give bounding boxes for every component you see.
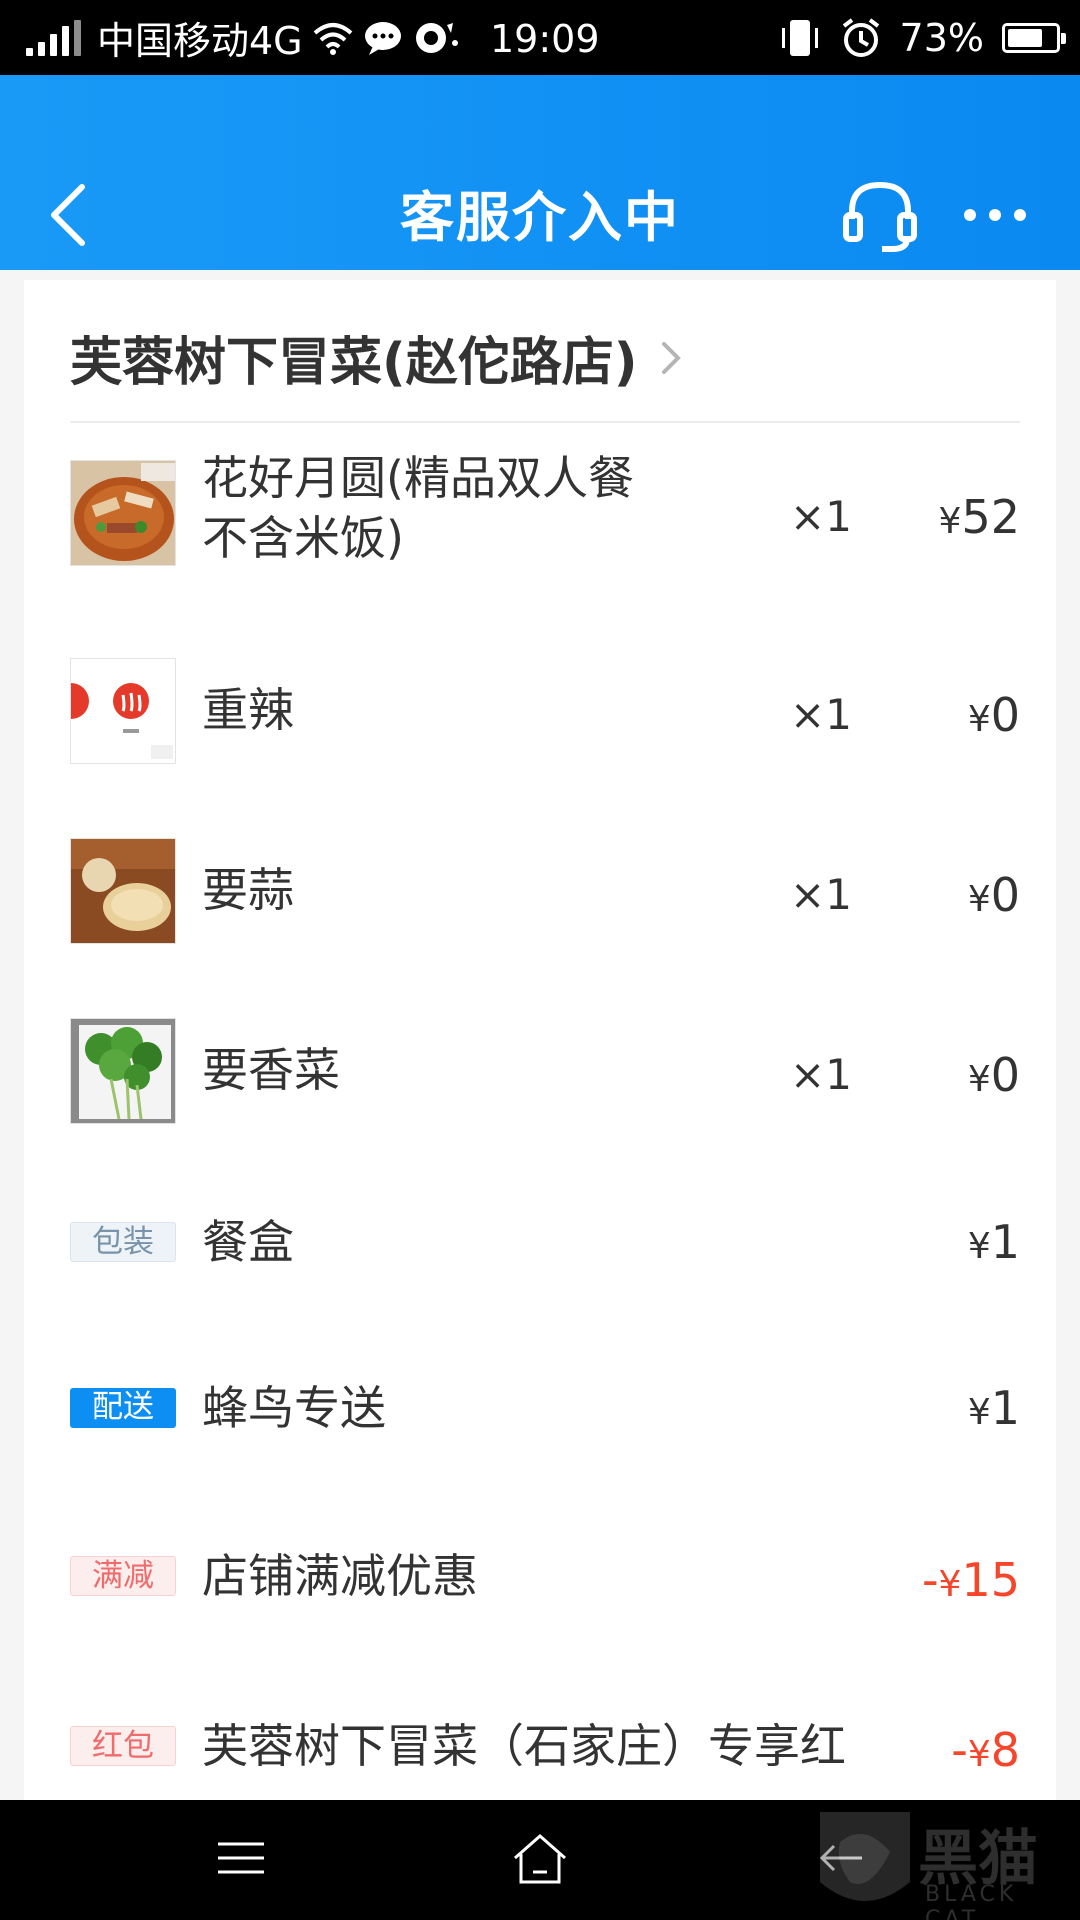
- battery-percent: 73%: [899, 15, 984, 60]
- fee-row-delivery: 配送 蜂鸟专送 ¥1: [70, 1381, 1020, 1491]
- status-bar: 中国移动4G 19:09 73%: [0, 0, 1080, 75]
- discount-tag: 红包: [70, 1726, 176, 1766]
- signal-icon: [26, 19, 81, 56]
- menu-icon[interactable]: [206, 1828, 276, 1888]
- divider: [70, 421, 1020, 423]
- item-thumbnail-coriander: [70, 1018, 176, 1124]
- watermark: 黑猫 BLACK CAT: [800, 1800, 1080, 1920]
- fee-tag: 配送: [70, 1388, 176, 1428]
- item-quantity: ×1: [790, 1050, 852, 1099]
- item-thumbnail-spicy: [70, 658, 176, 764]
- app-header: 客服介入中: [0, 75, 1080, 270]
- item-name: 重辣: [202, 683, 294, 737]
- item-price: ¥0: [967, 868, 1020, 922]
- shop-link[interactable]: 芙蓉树下冒菜(赵佗路店): [70, 320, 686, 395]
- item-price: ¥0: [967, 1048, 1020, 1102]
- carrier-label: 中国移动4G: [97, 19, 303, 63]
- item-quantity: ×1: [790, 492, 852, 541]
- clock: 19:09: [490, 17, 600, 61]
- item-thumbnail-garlic: [70, 838, 176, 944]
- list-item: 要香菜 ×1 ¥0: [70, 1018, 1020, 1128]
- item-name: 要蒜: [202, 863, 294, 917]
- discount-name: 店铺满减优惠: [202, 1549, 478, 1603]
- headset-icon[interactable]: [840, 175, 920, 255]
- list-item: 重辣 ×1 ¥0: [70, 658, 1020, 768]
- wifi-icon: [313, 22, 352, 55]
- discount-tag: 满减: [70, 1556, 176, 1596]
- discount-name: 芙蓉树下冒菜（石家庄）专享红: [202, 1719, 846, 1773]
- item-price: ¥0: [967, 688, 1020, 742]
- fee-price: ¥1: [967, 1215, 1020, 1269]
- item-quantity: ×1: [790, 870, 852, 919]
- discount-amount: -¥15: [921, 1553, 1020, 1607]
- fee-tag: 包装: [70, 1222, 176, 1262]
- alarm-icon: [842, 17, 879, 57]
- item-quantity: ×1: [790, 690, 852, 739]
- vibrate-icon: [781, 19, 818, 56]
- fee-name: 餐盒: [202, 1215, 294, 1269]
- qq-icon: [415, 22, 458, 53]
- shop-name: 芙蓉树下冒菜(赵佗路店): [70, 333, 638, 393]
- item-price: ¥52: [938, 490, 1020, 544]
- fee-name: 蜂鸟专送: [202, 1381, 386, 1435]
- discount-amount: -¥8: [943, 1723, 1020, 1777]
- home-icon[interactable]: [505, 1828, 575, 1888]
- list-item: 要蒜 ×1 ¥0: [70, 838, 1020, 948]
- watermark-subtext: BLACK CAT: [925, 1882, 1018, 1920]
- fee-row-packaging: 包装 餐盒 ¥1: [70, 1215, 1020, 1325]
- message-icon: [364, 21, 401, 55]
- item-name: 要香菜: [202, 1043, 340, 1097]
- more-dots-icon[interactable]: [960, 185, 1030, 245]
- list-item: 花好月圆(精品双人餐 不含米饭) ×1 ¥52: [70, 451, 1020, 570]
- chevron-right-icon: [661, 341, 681, 374]
- order-card: 芙蓉树下冒菜(赵佗路店) 花好月圆(精品双人餐 不含米饭) ×1 ¥52 重辣 …: [24, 280, 1056, 1800]
- discount-row-shop: 满减 店铺满减优惠 -¥15: [70, 1549, 1020, 1659]
- cat-logo-icon: [820, 1812, 910, 1901]
- item-thumbnail-hot-pot: [70, 460, 176, 566]
- battery-icon: [1002, 22, 1066, 53]
- item-name: 花好月圆(精品双人餐 不含米饭): [202, 451, 634, 565]
- fee-price: ¥1: [967, 1381, 1020, 1435]
